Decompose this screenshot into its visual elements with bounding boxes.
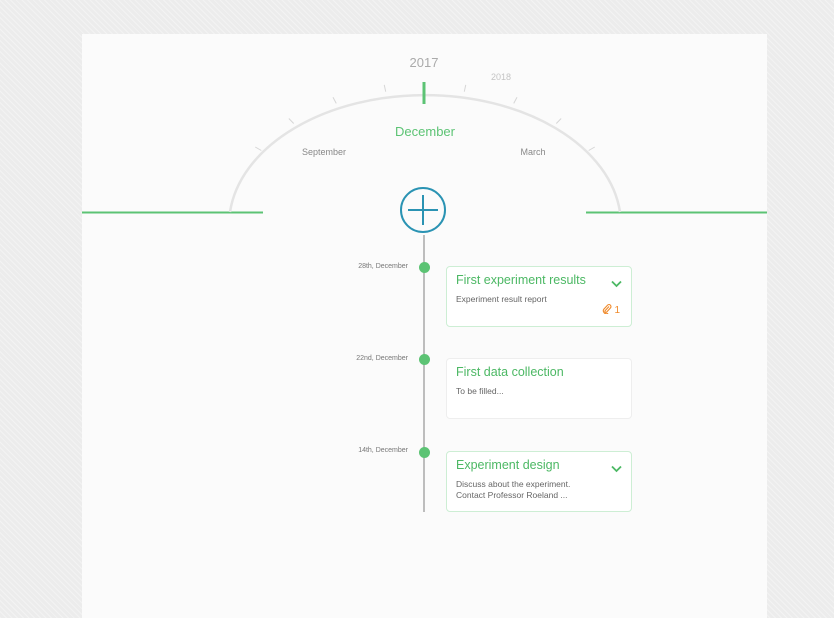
event-card[interactable]: Experiment design Discuss about the expe… bbox=[446, 451, 632, 512]
add-event-button[interactable] bbox=[400, 187, 446, 233]
event-dot bbox=[419, 262, 430, 273]
event-description: To be filled... bbox=[456, 386, 504, 396]
event-date: 14th, December bbox=[358, 447, 408, 454]
attachment-indicator[interactable]: 1 bbox=[602, 304, 620, 317]
timeline-line bbox=[423, 235, 425, 512]
paperclip-icon bbox=[602, 304, 612, 317]
event-dot bbox=[419, 447, 430, 458]
plus-icon bbox=[408, 195, 438, 225]
event-description: Experiment result report bbox=[456, 294, 547, 304]
event-title: First data collection bbox=[456, 365, 564, 379]
event-title: Experiment design bbox=[456, 458, 560, 472]
attachment-count: 1 bbox=[614, 305, 620, 316]
event-card[interactable]: First data collection To be filled... bbox=[446, 358, 632, 419]
event-date: 28th, December bbox=[358, 263, 408, 270]
event-title: First experiment results bbox=[456, 273, 586, 287]
event-date: 22nd, December bbox=[356, 355, 408, 362]
event-description: Discuss about the experiment. Contact Pr… bbox=[456, 479, 571, 500]
chevron-down-icon[interactable] bbox=[611, 275, 622, 293]
chevron-down-icon[interactable] bbox=[611, 460, 622, 478]
event-card[interactable]: First experiment results Experiment resu… bbox=[446, 266, 632, 327]
event-dot bbox=[419, 354, 430, 365]
